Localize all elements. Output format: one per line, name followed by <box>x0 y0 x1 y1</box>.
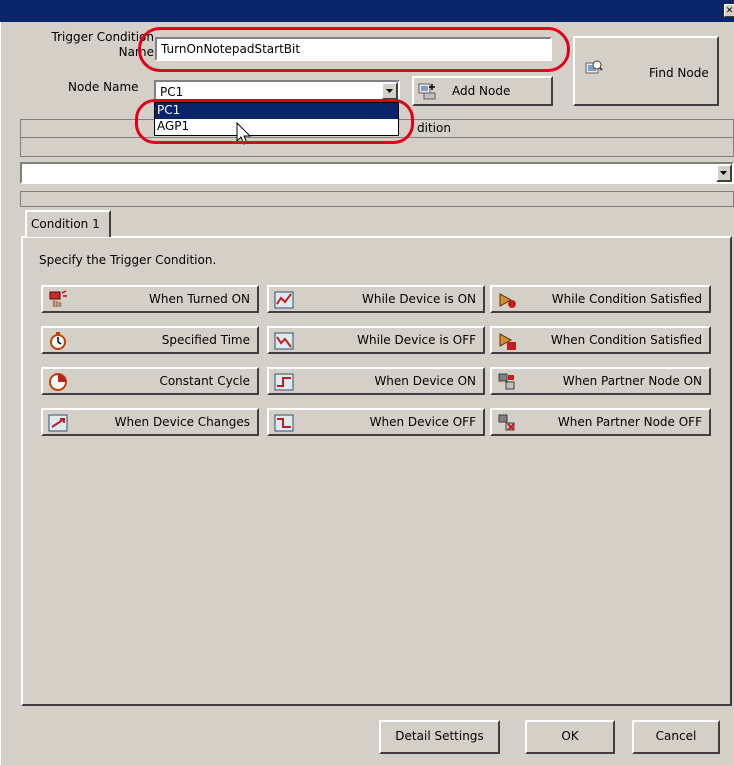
trigger-name-label: Trigger Condition Name <box>51 30 154 59</box>
find-node-icon <box>585 60 603 74</box>
while-device-off-button[interactable]: While Device is OFF <box>267 326 485 354</box>
when-device-off-button[interactable]: When Device OFF <box>267 408 485 436</box>
cancel-button[interactable]: Cancel <box>632 720 720 754</box>
divider-row <box>20 191 734 207</box>
device-turn-off-icon <box>274 414 294 432</box>
device-turn-on-icon <box>274 373 294 391</box>
dropdown-arrow-button[interactable] <box>381 82 398 100</box>
title-bar <box>0 0 734 22</box>
node-options-highlight <box>135 99 414 144</box>
while-condition-satisfied-button[interactable]: While Condition Satisfied <box>490 285 711 313</box>
ok-button[interactable]: OK <box>525 720 615 754</box>
device-off-icon <box>274 332 294 350</box>
when-condition-satisfied-button[interactable]: When Condition Satisfied <box>490 326 711 354</box>
partner-node-on-icon <box>498 373 515 390</box>
add-node-button[interactable]: Add Node <box>412 76 553 106</box>
when-device-changes-button[interactable]: When Device Changes <box>41 408 259 436</box>
when-device-on-button[interactable]: When Device ON <box>267 367 485 395</box>
specified-time-button[interactable]: Specified Time <box>41 326 259 354</box>
condition-combo[interactable] <box>20 162 734 184</box>
node-name-label: Node Name <box>68 80 139 94</box>
when-turned-on-button[interactable]: When Turned ON <box>41 285 259 313</box>
combo-arrow-button[interactable] <box>716 164 732 182</box>
condition-icon <box>499 293 516 308</box>
instruction-text: Specify the Trigger Condition. <box>39 253 217 267</box>
when-partner-node-on-button[interactable]: When Partner Node ON <box>490 367 711 395</box>
hand-touch-icon <box>49 290 67 307</box>
find-node-button[interactable]: Find Node <box>573 36 719 106</box>
cycle-clock-icon <box>49 373 67 391</box>
chevron-down-icon <box>720 171 727 175</box>
condition-ok-icon <box>499 333 516 350</box>
device-change-icon <box>48 414 68 432</box>
constant-cycle-button[interactable]: Constant Cycle <box>41 367 259 395</box>
device-on-icon <box>274 291 294 309</box>
partner-node-off-icon <box>498 414 515 431</box>
add-node-icon <box>418 83 436 100</box>
close-icon[interactable]: ✕ <box>724 4 734 17</box>
tab-condition-1[interactable]: Condition 1 <box>25 210 111 237</box>
stopwatch-icon <box>50 332 66 350</box>
when-partner-node-off-button[interactable]: When Partner Node OFF <box>490 408 711 436</box>
while-device-on-button[interactable]: While Device is ON <box>267 285 485 313</box>
chevron-down-icon <box>386 89 393 93</box>
trigger-name-highlight <box>138 27 570 72</box>
detail-settings-button[interactable]: Detail Settings <box>379 720 500 754</box>
